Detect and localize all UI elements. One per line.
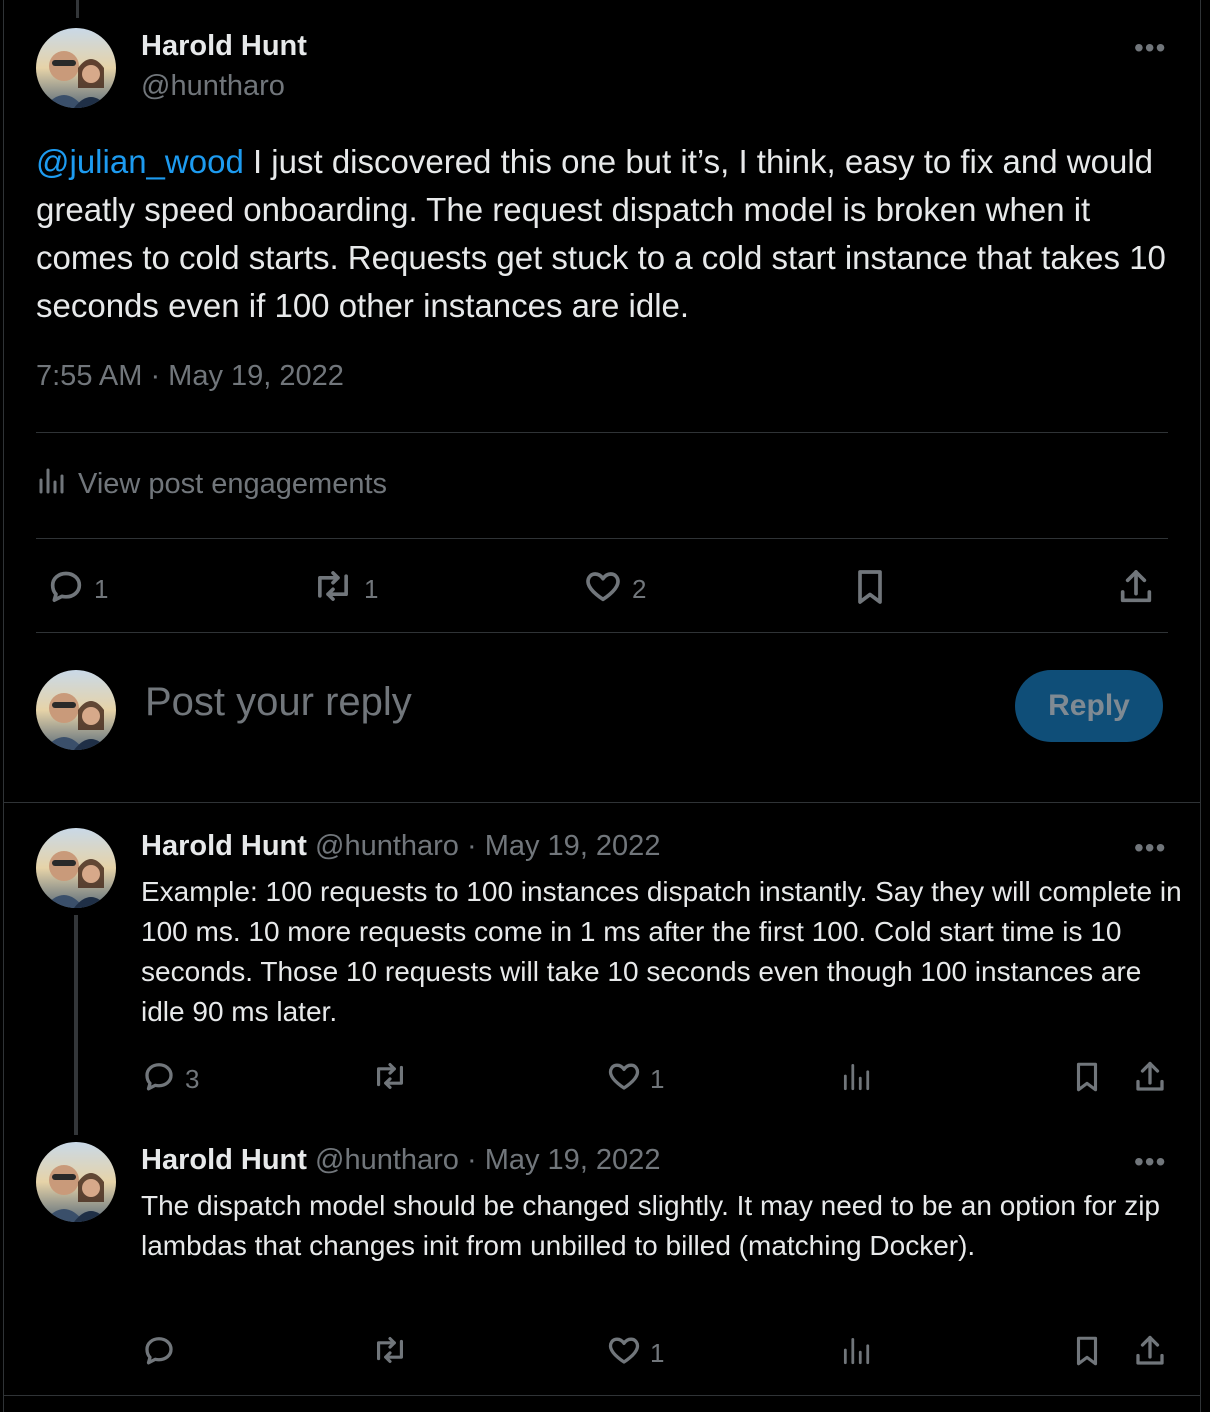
share-icon [1132,1332,1168,1377]
repost-action[interactable] [370,1058,418,1101]
like-action[interactable]: 2 [582,566,646,613]
analytics-icon [840,1332,872,1375]
author-name[interactable]: Harold Hunt [141,1144,307,1176]
right-border [1200,0,1201,1412]
bookmark-icon [850,566,890,615]
like-action[interactable]: 1 [606,1058,664,1101]
more-options-button[interactable]: ••• [1134,32,1166,64]
repost-action[interactable]: 1 [310,566,378,613]
mention-link[interactable]: @julian_wood [36,143,244,180]
more-options-button[interactable]: ••• [1134,832,1166,864]
analytics-icon [36,466,66,502]
reply-text: Example: 100 requests to 100 instances d… [141,876,1182,1027]
heart-icon [606,1332,642,1375]
reply-date[interactable]: · May 19, 2022 [467,830,660,862]
avatar[interactable] [36,828,116,908]
share-icon [1132,1058,1168,1103]
divider [3,802,1201,803]
share-button[interactable] [1116,566,1156,615]
analytics-button[interactable] [840,1058,872,1101]
avatar[interactable] [36,670,116,750]
reply-date[interactable]: · May 19, 2022 [467,1144,660,1176]
repost-count: 1 [364,574,379,604]
bookmark-button[interactable] [850,566,890,615]
avatar[interactable] [36,1142,116,1222]
divider [36,538,1168,539]
reply-button[interactable]: Reply [1015,670,1163,742]
reply-action[interactable] [141,1332,185,1375]
analytics-button[interactable] [840,1332,872,1375]
comment-icon [141,1332,177,1375]
reply-text: The dispatch model should be changed sli… [141,1190,1161,1261]
heart-icon [582,566,624,613]
share-button[interactable] [1132,1332,1168,1377]
author-handle[interactable]: @huntharo [315,830,459,862]
reply-count: 1 [94,574,109,604]
reply-header: Harold Hunt @huntharo · May 19, 2022 [141,1144,660,1177]
like-count: 1 [650,1064,665,1094]
like-action[interactable]: 1 [606,1332,664,1375]
left-border [3,0,4,1412]
reply-header: Harold Hunt @huntharo · May 19, 2022 [141,830,660,863]
avatar[interactable] [36,28,116,108]
engagements-label: View post engagements [78,467,388,500]
reply-input[interactable]: Post your reply [145,680,412,725]
divider [3,1395,1201,1396]
share-icon [1116,566,1156,615]
like-count: 2 [632,574,647,604]
reply-action[interactable]: 1 [46,566,108,613]
bookmark-button[interactable] [1070,1332,1104,1377]
bookmark-button[interactable] [1070,1058,1104,1103]
repost-action[interactable] [370,1332,418,1375]
bookmark-icon [1070,1058,1104,1103]
reply-count: 3 [185,1064,200,1094]
repost-icon [310,566,356,613]
more-options-button[interactable]: ••• [1134,1146,1166,1178]
share-button[interactable] [1132,1058,1168,1103]
thread-connector-top [76,0,79,18]
repost-icon [370,1058,410,1101]
author-handle[interactable]: @huntharo [141,70,285,103]
analytics-icon [840,1058,872,1101]
divider [36,632,1168,633]
reply-action[interactable]: 3 [141,1058,199,1101]
post-timestamp[interactable]: 7:55 AM · May 19, 2022 [36,360,344,393]
bookmark-icon [1070,1332,1104,1377]
like-count: 1 [650,1338,665,1368]
author-handle[interactable]: @huntharo [315,1144,459,1176]
repost-icon [370,1332,410,1375]
comment-icon [141,1058,177,1101]
thread-line [74,915,78,1135]
author-name[interactable]: Harold Hunt [141,30,307,63]
view-engagements-link[interactable]: View post engagements [36,466,387,502]
heart-icon [606,1058,642,1101]
post-text: @julian_wood I just discovered this one … [36,138,1176,330]
author-name[interactable]: Harold Hunt [141,830,307,862]
divider [36,432,1168,433]
comment-icon [46,566,86,613]
